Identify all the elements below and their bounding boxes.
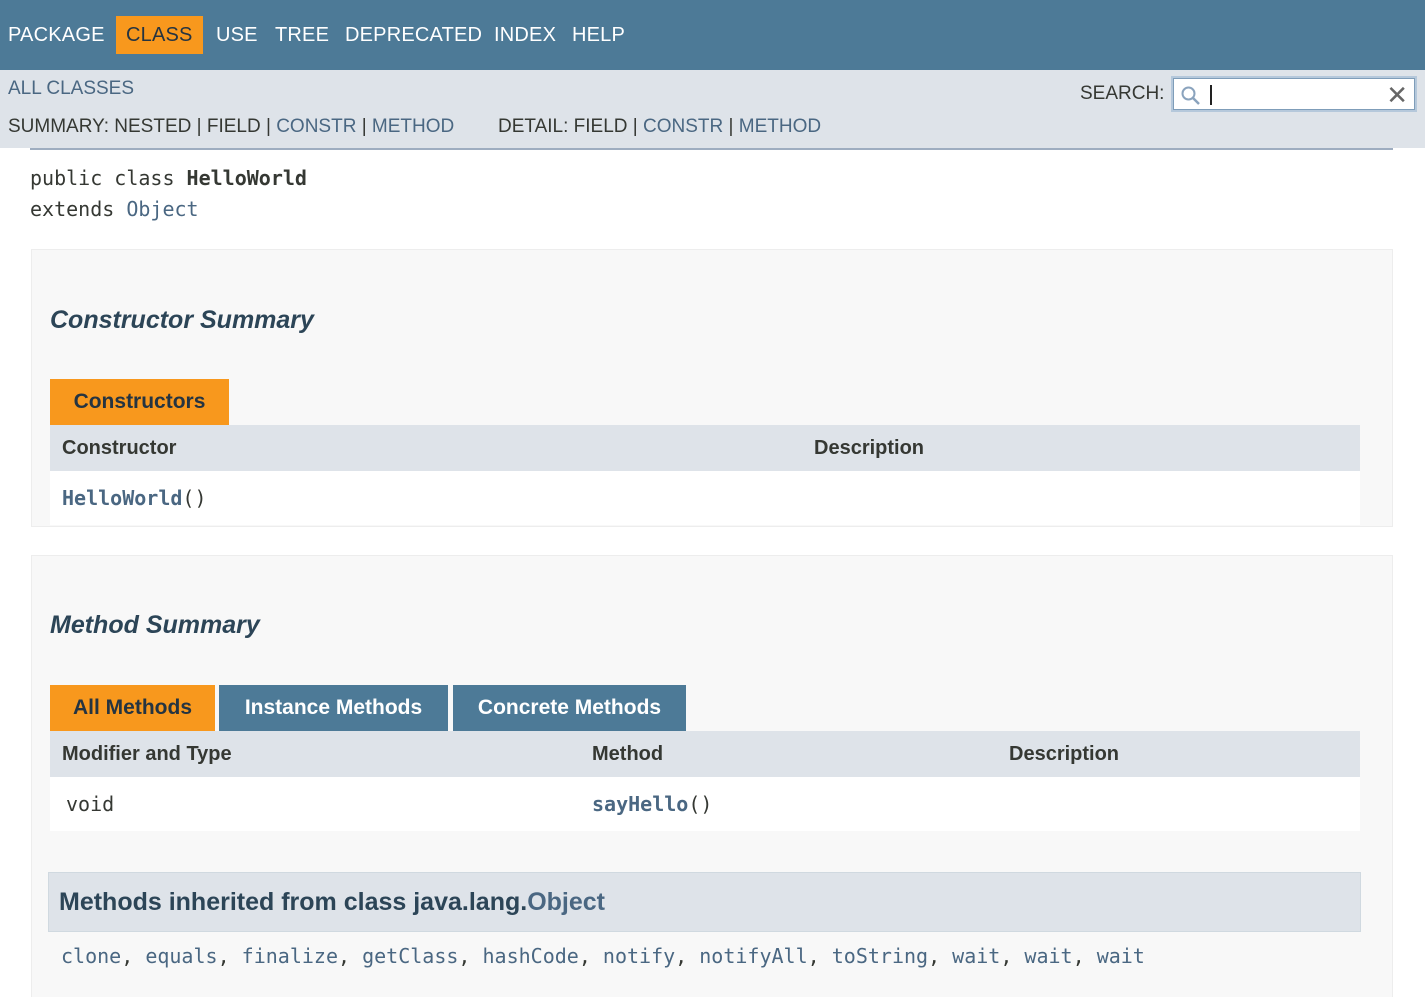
- list-separator: ,: [1072, 944, 1097, 968]
- tab-all-methods[interactable]: All Methods: [50, 685, 215, 731]
- method-params: (): [688, 792, 713, 816]
- nav-tree[interactable]: TREE: [275, 16, 329, 54]
- list-separator: ,: [217, 944, 242, 968]
- detail-constr-link[interactable]: CONSTR: [643, 116, 723, 137]
- inherited-methods-list: clone, equals, finalize, getClass, hashC…: [61, 944, 1145, 968]
- extends-declaration: extends Object: [30, 197, 199, 221]
- detail-prefix: DETAIL: FIELD |: [498, 116, 644, 137]
- inherited-method-link[interactable]: notifyAll: [699, 944, 807, 968]
- method-summary-title: Method Summary: [50, 611, 260, 639]
- column-method: Method: [592, 743, 664, 765]
- inherited-method-link[interactable]: wait: [1097, 944, 1145, 968]
- inherited-method-link[interactable]: hashCode: [483, 944, 579, 968]
- inherited-prefix: Methods inherited from class java.lang.: [59, 888, 528, 916]
- header-divider: [30, 148, 1393, 150]
- search-label: SEARCH:: [1080, 83, 1165, 104]
- detail-links: DETAIL: FIELD | CONSTR | METHOD: [498, 116, 821, 138]
- inherited-method-link[interactable]: equals: [145, 944, 217, 968]
- method-return-type: void: [66, 792, 115, 816]
- text-caret: [1210, 85, 1212, 105]
- summary-links: SUMMARY: NESTED | FIELD | CONSTR | METHO…: [8, 116, 454, 138]
- list-separator: ,: [578, 944, 603, 968]
- list-separator: ,: [1000, 944, 1025, 968]
- inherited-methods-header: Methods inherited from class java.lang.O…: [48, 872, 1361, 932]
- sub-navigation: ALL CLASSES SUMMARY: NESTED | FIELD | CO…: [0, 70, 1425, 148]
- column-description: Description: [814, 437, 925, 459]
- method-signature: sayHello(): [592, 777, 712, 831]
- clear-search-icon[interactable]: ✕: [1386, 82, 1408, 108]
- method-table-header: Modifier and Type Method Description: [50, 731, 1360, 777]
- nav-help[interactable]: HELP: [572, 16, 625, 54]
- summary-prefix: SUMMARY: NESTED | FIELD |: [8, 116, 277, 137]
- constructor-summary-title: Constructor Summary: [50, 306, 314, 334]
- all-classes-link[interactable]: ALL CLASSES: [8, 78, 134, 100]
- inherited-method-link[interactable]: wait: [1024, 944, 1072, 968]
- column-constructor: Constructor: [62, 437, 177, 459]
- list-separator: ,: [337, 944, 363, 968]
- inherited-methods-title: Methods inherited from class java.lang.O…: [59, 873, 605, 931]
- declaration-keywords: public class: [30, 166, 187, 190]
- class-declaration: public class HelloWorld: [30, 166, 307, 190]
- constructor-signature: HelloWorld(): [62, 471, 207, 525]
- nav-deprecated[interactable]: DEPRECATED: [345, 16, 482, 54]
- top-navigation-bar: PACKAGE CLASS USE TREE DEPRECATED INDEX …: [0, 0, 1425, 70]
- inherited-class-link[interactable]: Object: [527, 888, 605, 916]
- summary-method-link[interactable]: METHOD: [372, 116, 454, 137]
- constructor-params: (): [182, 486, 207, 510]
- tab-constructors[interactable]: Constructors: [50, 379, 229, 425]
- tab-instance-methods[interactable]: Instance Methods: [219, 685, 448, 731]
- inherited-method-link[interactable]: clone: [61, 944, 121, 968]
- list-separator: ,: [458, 944, 483, 968]
- inherited-method-link[interactable]: getClass: [362, 944, 458, 968]
- summary-constr-link[interactable]: CONSTR: [276, 116, 356, 137]
- constructor-table-header: Constructor Description: [50, 425, 1360, 471]
- inherited-method-link[interactable]: notify: [603, 944, 675, 968]
- nav-package[interactable]: PACKAGE: [8, 16, 105, 54]
- list-separator: ,: [675, 944, 700, 968]
- tab-concrete-methods[interactable]: Concrete Methods: [453, 685, 686, 731]
- nav-class[interactable]: CLASS: [116, 16, 203, 54]
- detail-separator: |: [723, 116, 739, 137]
- method-link[interactable]: sayHello: [592, 792, 688, 816]
- inherited-method-link[interactable]: toString: [832, 944, 928, 968]
- column-description: Description: [1009, 743, 1120, 765]
- column-modifier-and-type: Modifier and Type: [62, 743, 232, 765]
- list-separator: ,: [121, 944, 146, 968]
- constructor-summary-section: Constructor Summary Constructors Constru…: [31, 249, 1393, 527]
- nav-use[interactable]: USE: [216, 16, 258, 54]
- extends-keyword: extends: [30, 197, 127, 221]
- search-input[interactable]: ✕: [1173, 78, 1415, 110]
- table-row: void sayHello(): [50, 777, 1360, 831]
- class-name: HelloWorld: [186, 166, 307, 190]
- nav-index[interactable]: INDEX: [494, 16, 556, 54]
- summary-separator: |: [356, 116, 372, 137]
- inherited-method-link[interactable]: finalize: [242, 944, 338, 968]
- constructor-link[interactable]: HelloWorld: [62, 486, 182, 510]
- search-icon: [1181, 86, 1200, 105]
- list-separator: ,: [807, 944, 832, 968]
- method-summary-section: Method Summary All Methods Instance Meth…: [31, 555, 1393, 997]
- detail-method-link[interactable]: METHOD: [739, 116, 821, 137]
- list-separator: ,: [928, 944, 953, 968]
- inherited-method-link[interactable]: wait: [952, 944, 1000, 968]
- table-row: HelloWorld(): [50, 471, 1360, 525]
- superclass-link[interactable]: Object: [126, 197, 198, 221]
